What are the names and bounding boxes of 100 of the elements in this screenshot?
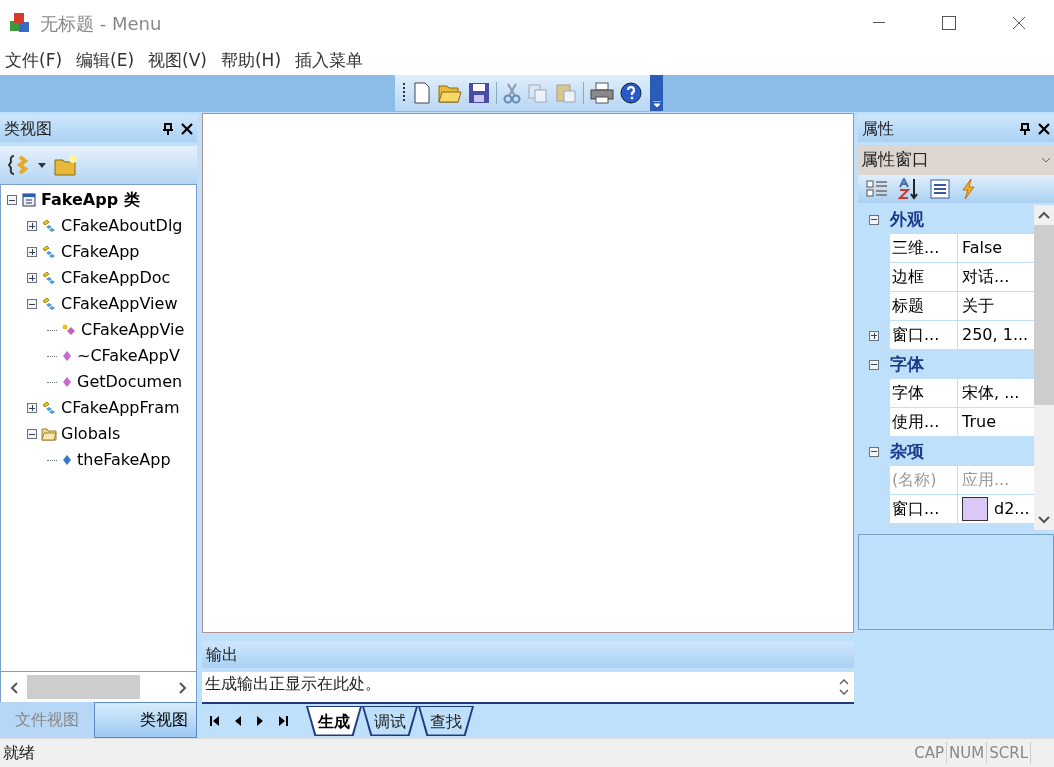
property-name[interactable]: 三维...	[890, 234, 958, 263]
save-icon[interactable]	[468, 82, 490, 104]
variable-icon	[61, 454, 73, 466]
output-tab[interactable]: 查找	[418, 706, 474, 736]
expand-toggle[interactable]	[27, 221, 37, 231]
panel-title: 属性	[862, 117, 894, 140]
tree-item[interactable]: CFakeAppFram	[61, 396, 180, 420]
expand-toggle[interactable]	[27, 403, 37, 413]
pin-icon[interactable]	[163, 122, 173, 135]
minimize-icon	[873, 22, 885, 24]
toolbar-overflow-button[interactable]	[650, 75, 663, 111]
panel-title: 输出	[206, 643, 238, 666]
property-name[interactable]: 字体	[890, 379, 958, 408]
cut-icon[interactable]	[503, 82, 521, 104]
property-value[interactable]: 宋体, ...	[958, 379, 1034, 408]
status-text: 就绪	[3, 742, 35, 764]
tree-item[interactable]: CFakeAboutDlg	[61, 214, 183, 238]
categorized-icon[interactable]	[866, 179, 888, 199]
property-value[interactable]: d2...	[958, 495, 1034, 524]
new-file-icon[interactable]	[412, 82, 432, 104]
status-indicator: NUM	[947, 741, 988, 765]
tree-item[interactable]: CFakeApp	[61, 240, 140, 264]
output-tab[interactable]: 调试	[362, 706, 418, 736]
menu-item[interactable]: 编辑(E)	[76, 47, 135, 74]
tree-item[interactable]: Globals	[61, 422, 121, 446]
class-icon	[41, 218, 57, 234]
class-icon	[41, 400, 57, 416]
property-name[interactable]: 窗口...	[890, 495, 958, 524]
protected-method-icon	[61, 323, 77, 337]
grip-icon[interactable]	[403, 83, 406, 103]
close-icon[interactable]	[1038, 122, 1050, 135]
new-folder-icon[interactable]	[54, 154, 78, 176]
class-icon[interactable]	[8, 154, 30, 176]
help-icon[interactable]	[620, 82, 642, 104]
open-folder-icon[interactable]	[438, 82, 462, 104]
tree-item[interactable]: CFakeAppView	[61, 292, 178, 316]
maximize-icon	[942, 16, 956, 30]
prev-page-icon[interactable]	[233, 715, 242, 727]
tree-item[interactable]: FakeApp 类	[41, 188, 140, 212]
expand-toggle[interactable]	[27, 247, 37, 257]
class-icon	[41, 296, 57, 312]
collapse-toggle[interactable]	[869, 446, 879, 457]
output-tab[interactable]: 生成	[306, 706, 362, 736]
scrollbar-thumb[interactable]	[27, 675, 140, 699]
class-icon	[41, 270, 57, 286]
property-value[interactable]: 关于	[958, 292, 1034, 321]
scroll-down-icon[interactable]	[1038, 516, 1050, 524]
property-value[interactable]: False	[958, 234, 1034, 263]
caret-icon	[652, 101, 661, 107]
tree-item[interactable]: CFakeAppDoc	[61, 266, 171, 290]
menu-item[interactable]: 插入菜单	[295, 47, 364, 74]
category-label: 外观	[890, 207, 924, 231]
class-icon	[41, 244, 57, 260]
scrollbar-thumb[interactable]	[1034, 225, 1054, 405]
last-page-icon[interactable]	[279, 715, 288, 727]
property-value[interactable]: 250, 1...	[958, 321, 1034, 350]
collapse-toggle[interactable]	[27, 429, 37, 439]
property-name[interactable]: 使用...	[890, 408, 958, 437]
scroll-down-icon[interactable]	[839, 689, 849, 695]
collapse-toggle[interactable]	[869, 214, 879, 225]
project-icon	[21, 192, 37, 208]
object-combo[interactable]: 属性窗口	[858, 145, 1054, 175]
panel-title: 类视图	[4, 117, 52, 140]
tree-item[interactable]: CFakeAppVie	[81, 318, 185, 342]
window-title: 无标题 - Menu	[40, 11, 162, 36]
lightning-icon[interactable]	[960, 178, 976, 200]
tree-item[interactable]: theFakeApp	[77, 448, 171, 472]
tree-item[interactable]: GetDocumen	[77, 370, 183, 394]
collapse-toggle[interactable]	[869, 359, 879, 370]
pin-icon[interactable]	[1020, 122, 1030, 135]
scroll-up-icon[interactable]	[1038, 211, 1050, 219]
menu-item[interactable]: 文件(F)	[5, 47, 63, 74]
status-indicator: CAP	[912, 741, 948, 765]
property-name[interactable]: 边框	[890, 263, 958, 292]
sort-alphabetical-icon[interactable]	[898, 178, 920, 200]
close-icon[interactable]	[181, 122, 193, 135]
app-icon	[8, 11, 32, 35]
collapse-toggle[interactable]	[27, 299, 37, 309]
property-pages-icon[interactable]	[930, 179, 950, 199]
expand-toggle[interactable]	[27, 273, 37, 283]
expand-toggle[interactable]	[869, 330, 879, 341]
collapse-toggle[interactable]	[7, 195, 17, 205]
status-indicator: SCRL	[987, 741, 1031, 765]
panel-tab[interactable]: 类视图	[93, 702, 197, 738]
property-name[interactable]: 标题	[890, 292, 958, 321]
output-line: 生成输出正显示在此处。	[205, 673, 382, 695]
method-icon	[61, 376, 73, 388]
print-icon[interactable]	[590, 82, 614, 104]
close-icon	[1012, 16, 1026, 30]
tree-item[interactable]: ~CFakeAppV	[77, 344, 180, 368]
first-page-icon[interactable]	[210, 715, 219, 727]
chevron-down-icon[interactable]	[1041, 157, 1051, 163]
menu-item[interactable]: 视图(V)	[148, 47, 207, 74]
scroll-up-icon[interactable]	[839, 679, 849, 685]
property-name[interactable]: 窗口...	[890, 321, 958, 350]
property-value[interactable]: 对话...	[958, 263, 1034, 292]
next-page-icon[interactable]	[256, 715, 265, 727]
dropdown-caret-icon[interactable]	[38, 162, 46, 168]
property-value[interactable]: True	[958, 408, 1034, 437]
menu-item[interactable]: 帮助(H)	[220, 47, 282, 74]
